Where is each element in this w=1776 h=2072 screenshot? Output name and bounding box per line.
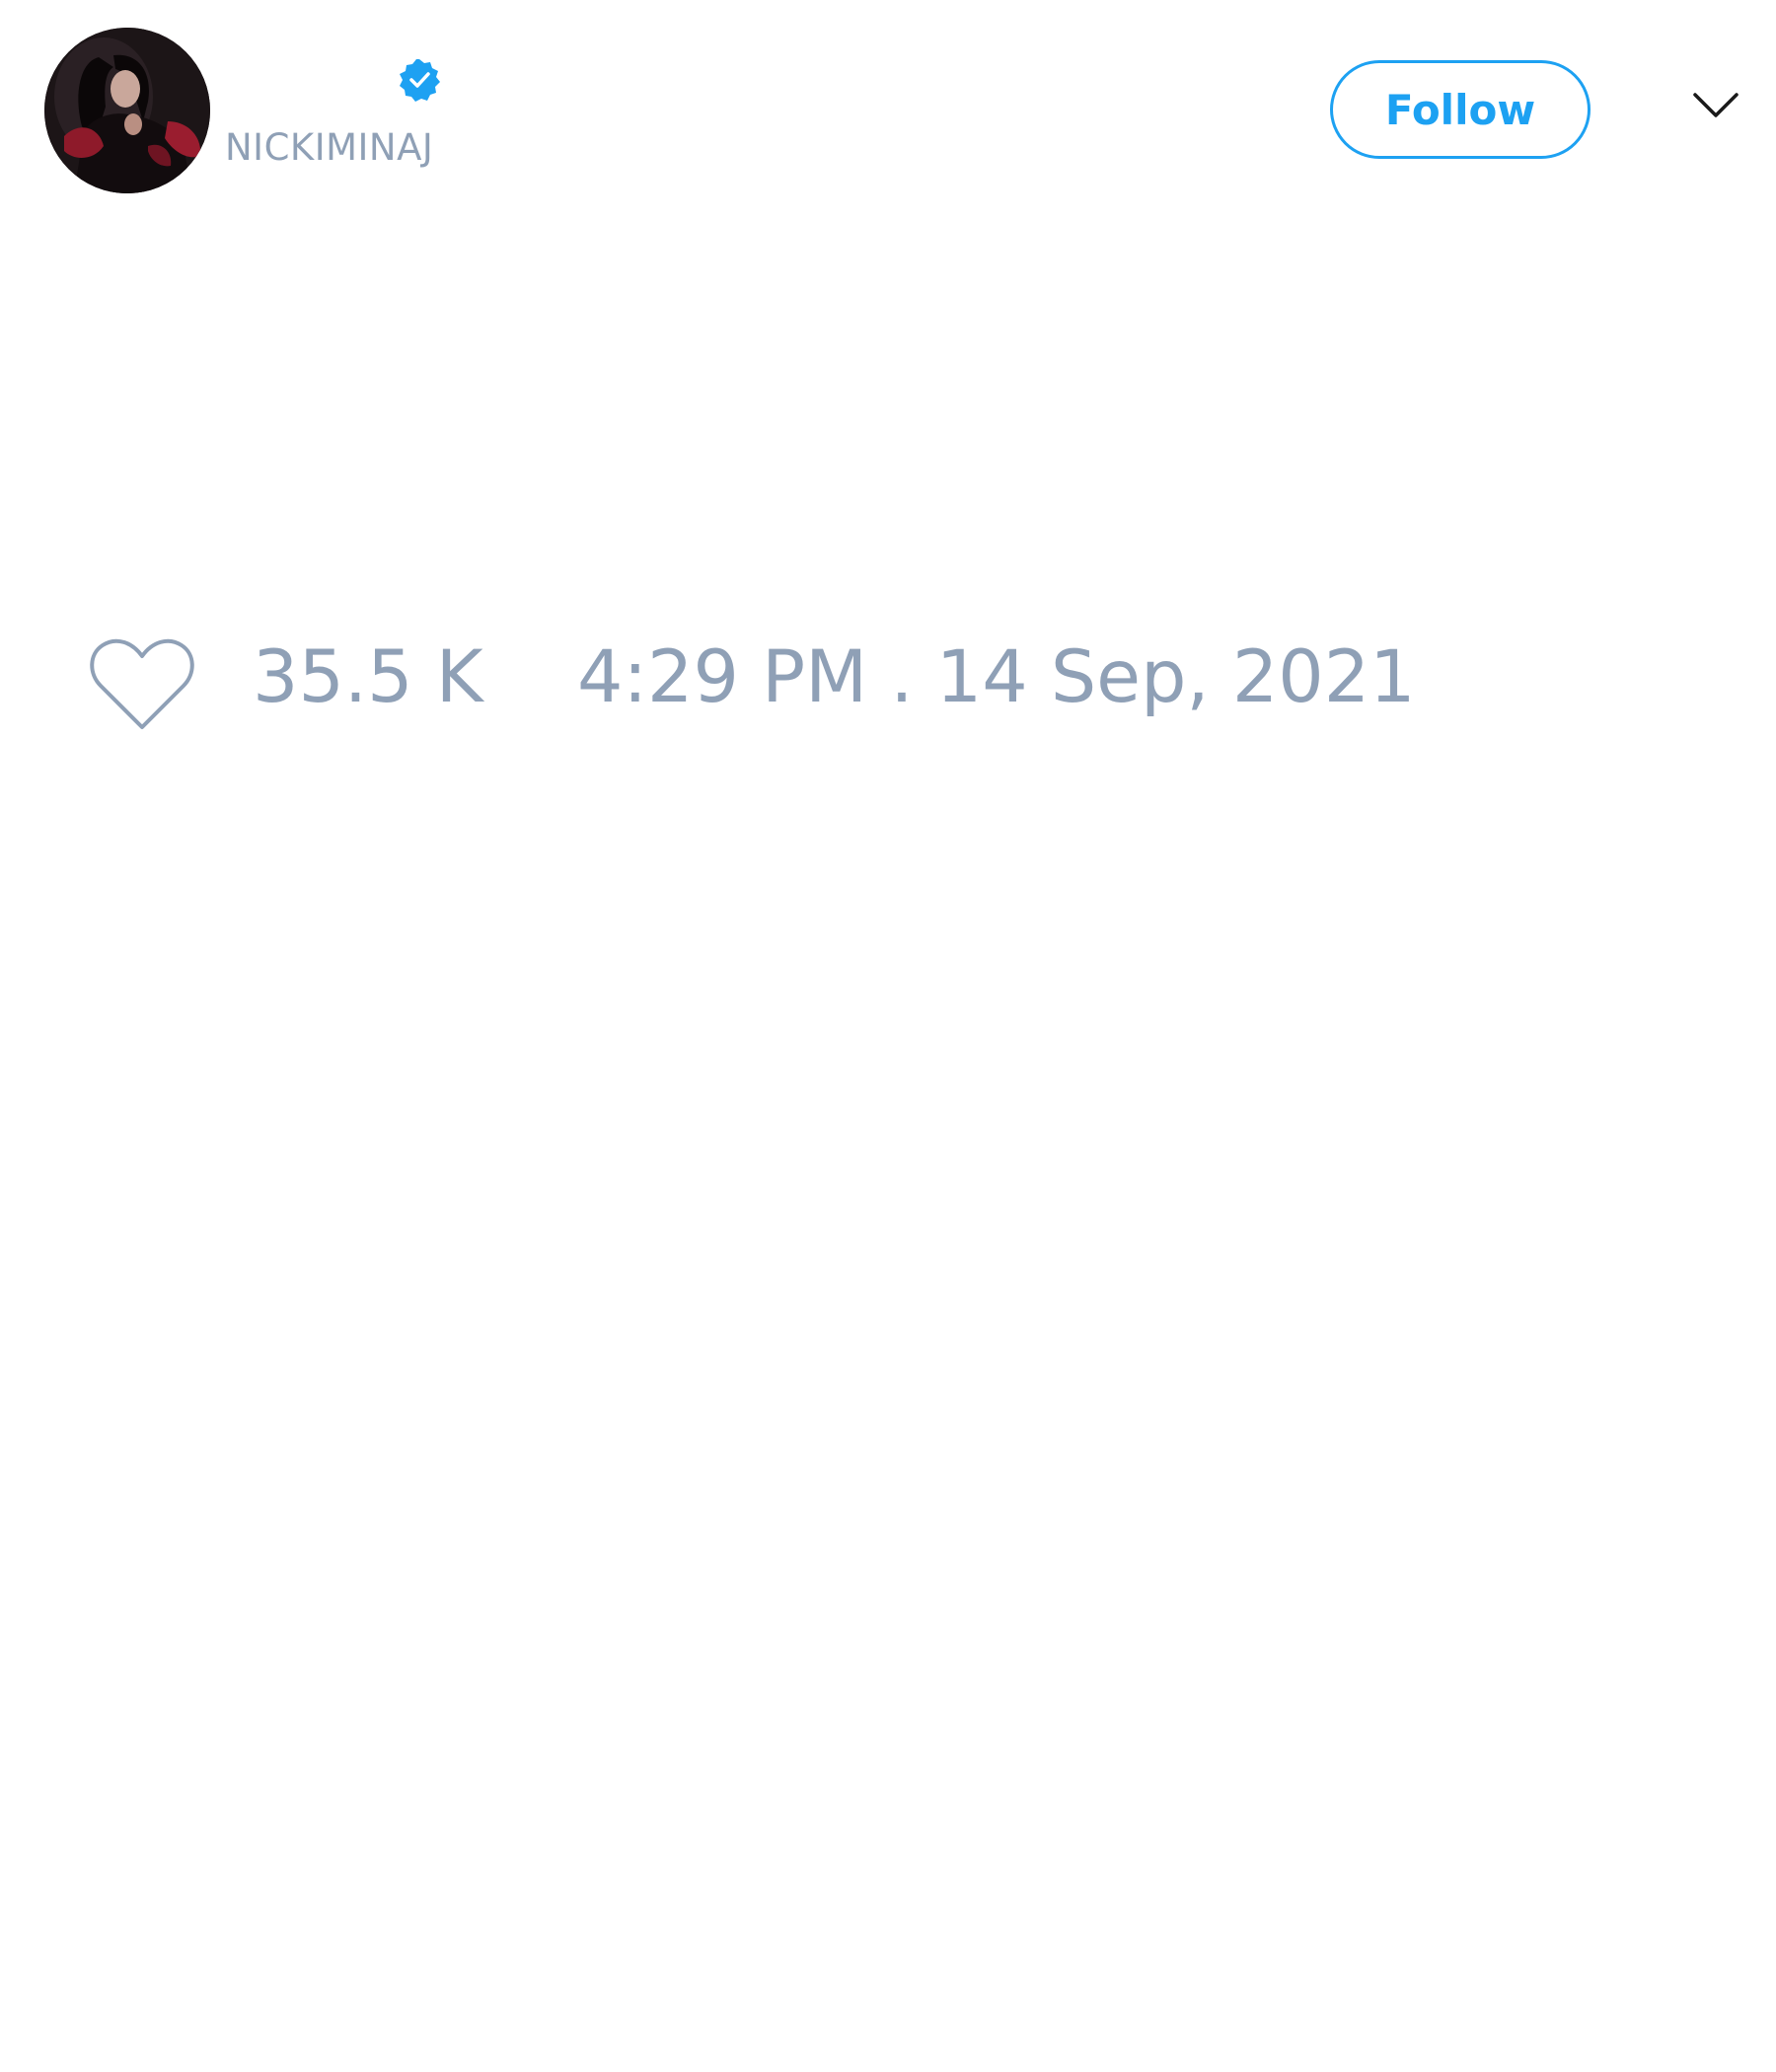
verified-badge-icon (397, 57, 442, 103)
avatar-image (44, 28, 210, 193)
avatar[interactable] (44, 28, 210, 193)
chevron-down-icon[interactable] (1692, 91, 1739, 120)
tweet-timestamp[interactable]: 4:29 PM . 14 Sep, 2021 (577, 641, 1416, 713)
follow-button[interactable]: Follow (1330, 60, 1591, 159)
heart-icon[interactable] (89, 636, 195, 731)
like-count: 35.5 K (253, 635, 483, 719)
tweet-card: NICKIMINAJ Follow 35.5 K 4:29 PM . 14 Se… (0, 0, 1776, 2072)
author-handle[interactable]: NICKIMINAJ (225, 126, 433, 169)
